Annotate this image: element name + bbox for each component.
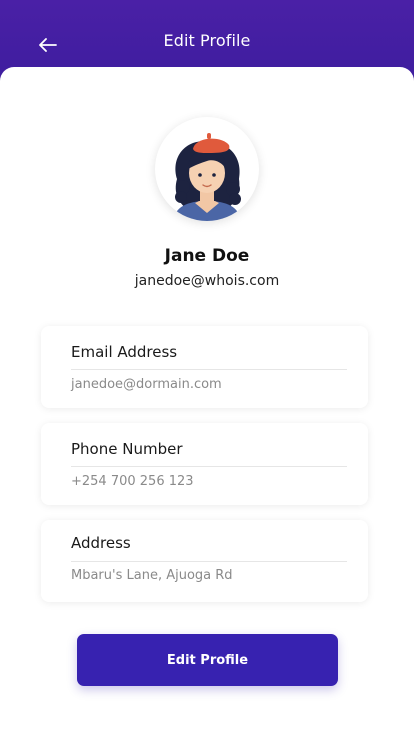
address-field-label: Address <box>71 534 131 552</box>
phone-field-label: Phone Number <box>71 440 183 458</box>
address-field-value[interactable]: Mbaru's Lane, Ajuoga Rd <box>71 568 233 583</box>
avatar[interactable] <box>155 117 259 221</box>
phone-field-value[interactable]: +254 700 256 123 <box>71 474 194 489</box>
divider <box>71 369 347 370</box>
divider <box>71 561 347 562</box>
edit-profile-button[interactable]: Edit Profile <box>77 634 338 686</box>
divider <box>71 466 347 467</box>
email-field-card[interactable]: Email Address janedoe@dormain.com <box>41 326 368 408</box>
address-field-card[interactable]: Address Mbaru's Lane, Ajuoga Rd <box>41 520 368 602</box>
profile-content: Jane Doe janedoe@whois.com Email Address… <box>0 67 414 736</box>
phone-field-card[interactable]: Phone Number +254 700 256 123 <box>41 423 368 505</box>
page-title: Edit Profile <box>163 31 251 50</box>
user-name: Jane Doe <box>164 246 250 266</box>
user-email: janedoe@whois.com <box>134 273 280 289</box>
email-field-value[interactable]: janedoe@dormain.com <box>71 377 222 392</box>
email-field-label: Email Address <box>71 343 178 361</box>
user-avatar-illustration <box>173 133 241 221</box>
